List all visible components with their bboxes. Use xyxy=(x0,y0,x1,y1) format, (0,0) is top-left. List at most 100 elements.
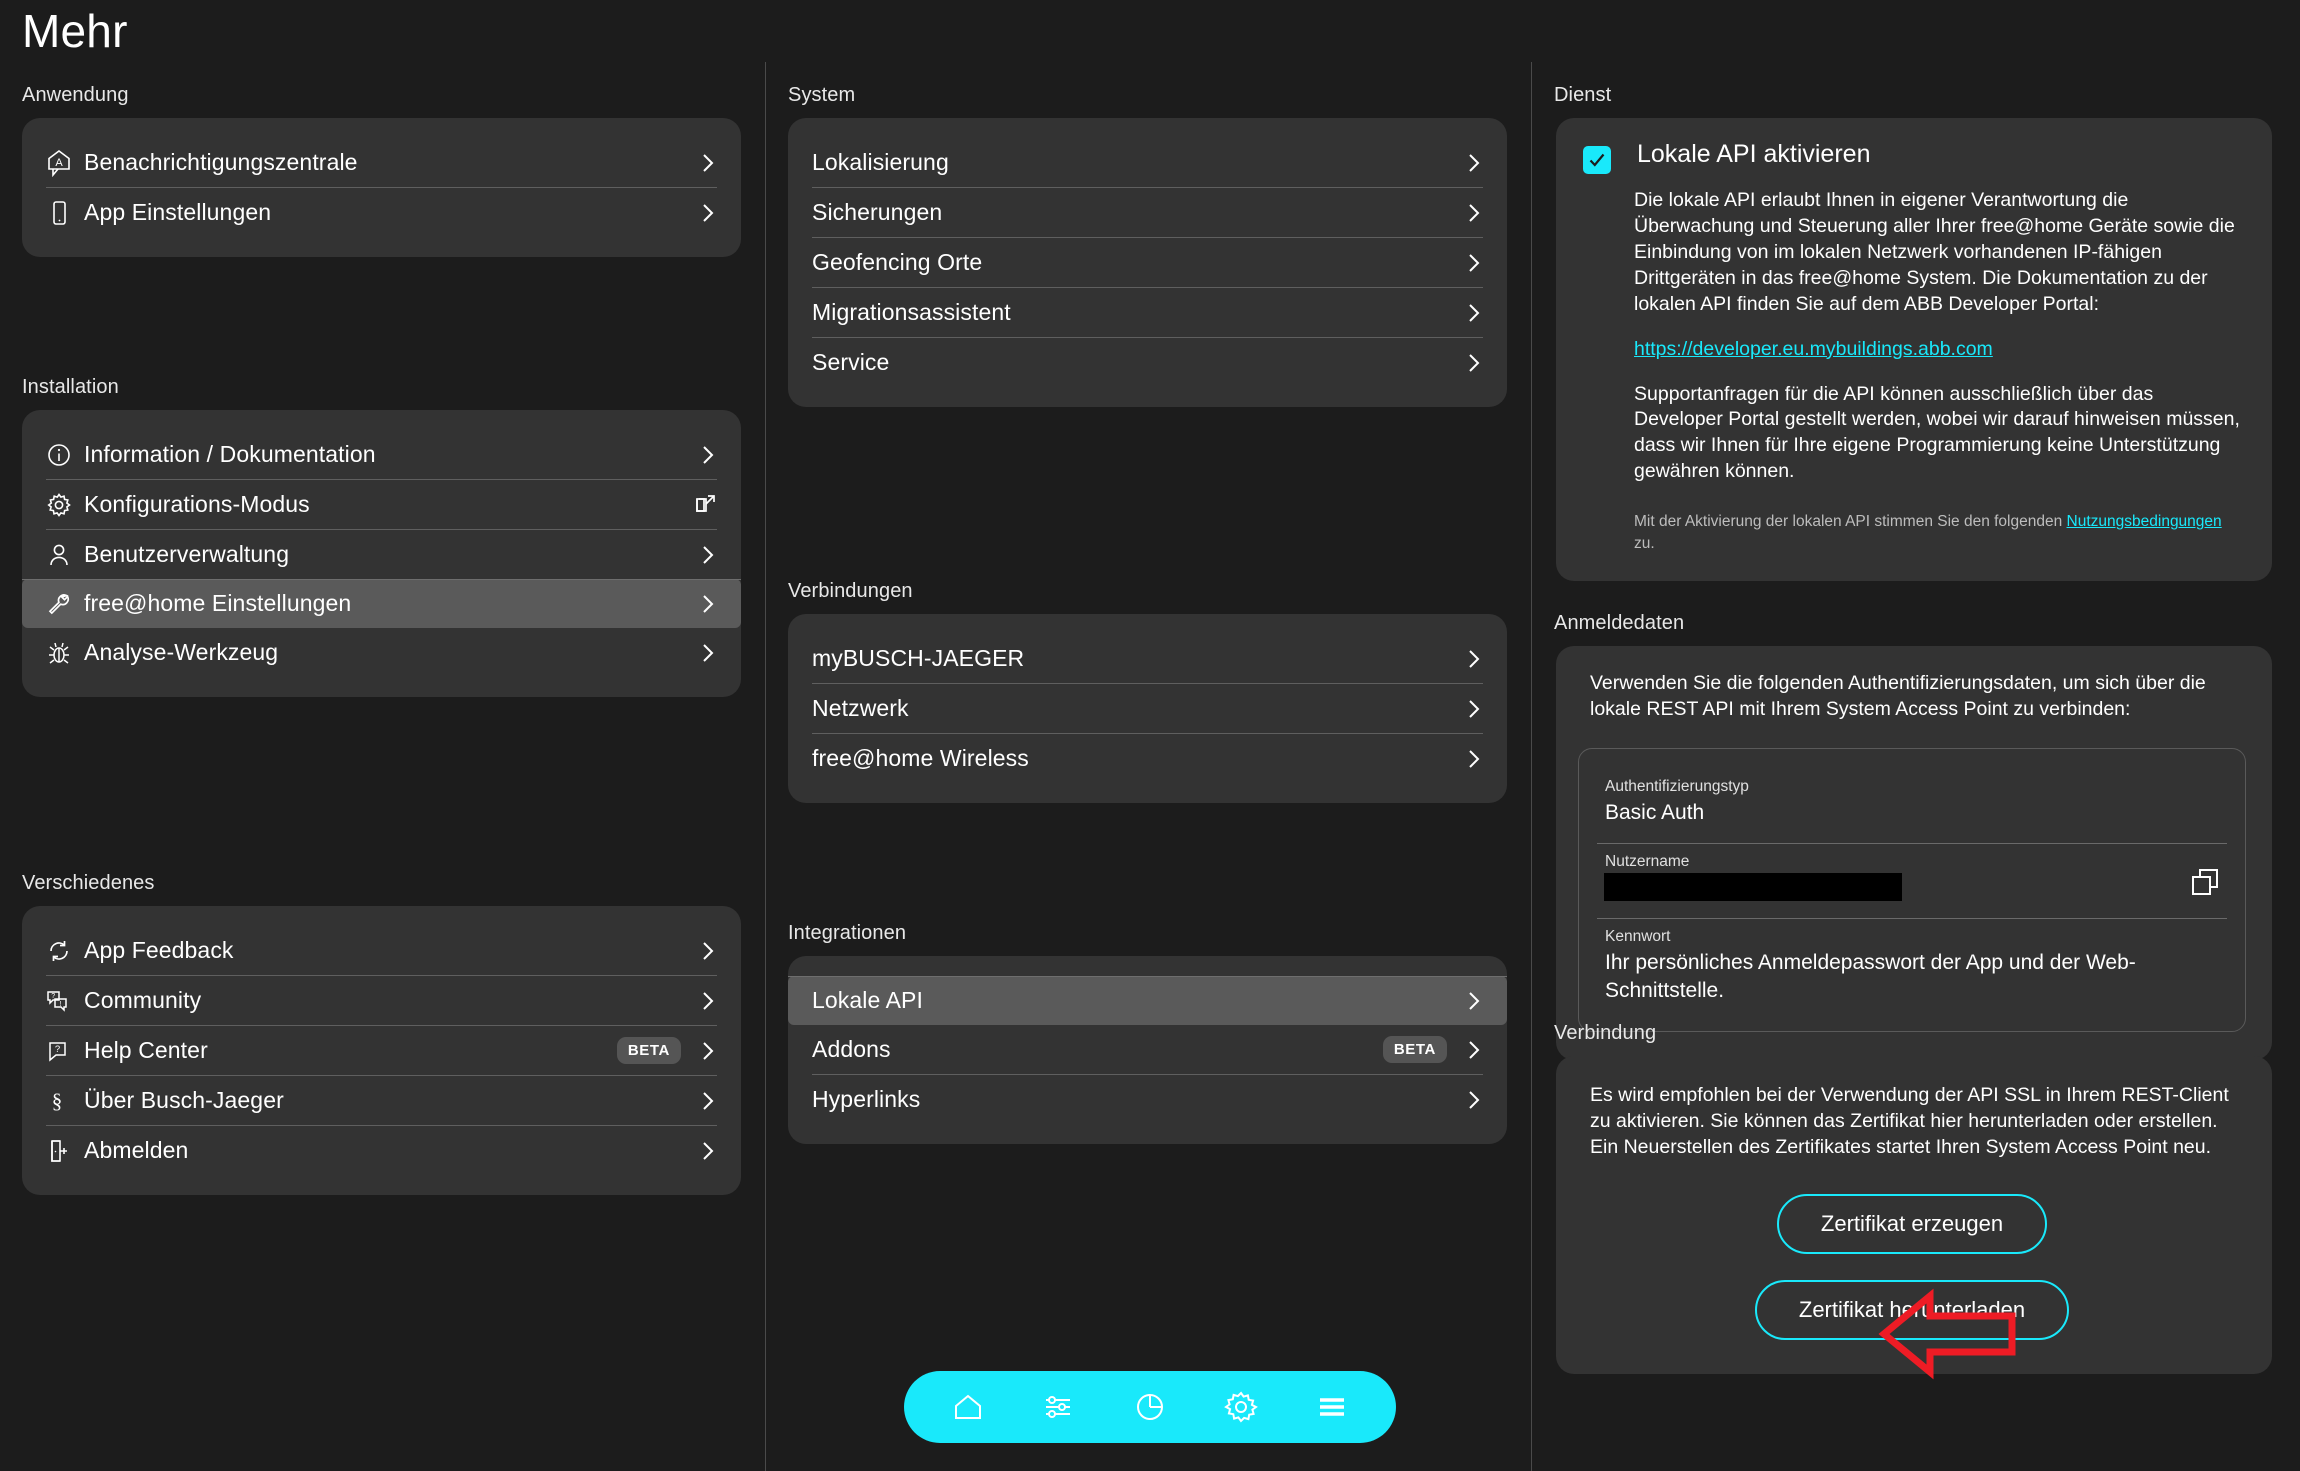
generate-certificate-button[interactable]: Zertifikat erzeugen xyxy=(1777,1194,2047,1254)
row-label: Information / Dokumentation xyxy=(80,441,699,468)
svg-text:!: ! xyxy=(60,1001,62,1008)
row-label: Netzwerk xyxy=(812,695,1465,722)
row-label: Lokale API xyxy=(812,987,1465,1014)
row-lokalisierung[interactable]: Lokalisierung xyxy=(788,138,1507,187)
row-migrationsassistent[interactable]: Migrationsassistent xyxy=(788,288,1507,337)
row-help-center[interactable]: ? Help Center BETA xyxy=(22,1026,741,1075)
local-api-title: Lokale API aktivieren xyxy=(1631,140,1870,169)
sliders-icon[interactable] xyxy=(1028,1388,1090,1426)
chevron-right-icon xyxy=(1465,987,1483,1015)
hamburger-menu-icon[interactable] xyxy=(1301,1388,1363,1426)
section-label-verbindung: Verbindung xyxy=(1532,1022,2300,1045)
row-label: Geofencing Orte xyxy=(812,249,1465,276)
row-label: Konfigurations-Modus xyxy=(80,491,695,518)
row-label: free@home Wireless xyxy=(812,745,1465,772)
chevron-right-icon xyxy=(699,590,717,618)
card-installation: Information / Dokumentation xyxy=(22,410,741,697)
copy-icon[interactable] xyxy=(2189,866,2223,905)
group-system: System Lokalisierung Sicherungen Geofenc… xyxy=(766,84,1531,407)
chevron-right-icon xyxy=(699,149,717,177)
row-freehome-einstellungen[interactable]: free@home Einstellungen xyxy=(22,579,741,628)
redaction-bar xyxy=(1604,873,1902,901)
row-ueber-busch-jaeger[interactable]: § Über Busch-Jaeger xyxy=(22,1076,741,1125)
user-icon xyxy=(46,541,80,569)
row-service[interactable]: Service xyxy=(788,338,1507,387)
community-icon: ? ! xyxy=(46,987,80,1015)
external-link-icon xyxy=(695,491,717,519)
row-benachrichtigungszentrale[interactable]: A Benachrichtigungszentrale xyxy=(22,138,741,187)
row-lokale-api[interactable]: Lokale API xyxy=(788,976,1507,1025)
row-community[interactable]: ? ! Community xyxy=(22,976,741,1025)
field-label: Kennwort xyxy=(1605,927,2219,947)
chevron-right-icon xyxy=(1465,149,1483,177)
row-sicherungen[interactable]: Sicherungen xyxy=(788,188,1507,237)
row-label: Benachrichtigungszentrale xyxy=(80,149,699,176)
local-api-toggle-row[interactable]: Lokale API aktivieren xyxy=(1580,140,2246,174)
row-label: Lokalisierung xyxy=(812,149,1465,176)
status-badge-beta: BETA xyxy=(1383,1036,1447,1063)
row-label: App Feedback xyxy=(80,937,699,964)
gear-icon[interactable] xyxy=(1210,1388,1272,1426)
developer-portal-link-wrap: https://developer.eu.mybuildings.abb.com xyxy=(1634,337,2242,363)
svg-text:§: § xyxy=(52,1089,63,1113)
chevron-right-icon xyxy=(1465,695,1483,723)
terms-of-use-link[interactable]: Nutzungsbedingungen xyxy=(2067,513,2222,530)
row-geofencing-orte[interactable]: Geofencing Orte xyxy=(788,238,1507,287)
field-value: Ihr persönliches Anmeldepasswort der App… xyxy=(1605,949,2219,1004)
home-icon[interactable] xyxy=(937,1388,999,1426)
group-verbindungen: Verbindungen myBUSCH-JAEGER Netzwerk fre… xyxy=(766,580,1531,803)
field-value: Basic Auth xyxy=(1605,799,2219,827)
card-integrationen: Lokale API Addons BETA Hyperlinks xyxy=(788,956,1507,1144)
help-icon: ? xyxy=(46,1037,80,1065)
description-paragraph-2: Supportanfragen für die API können aussc… xyxy=(1634,382,2242,486)
field-label: Nutzername xyxy=(1605,852,2219,872)
row-label: free@home Einstellungen xyxy=(80,590,699,617)
chevron-right-icon xyxy=(699,541,717,569)
row-label: Addons xyxy=(812,1036,1383,1063)
section-label-system: System xyxy=(766,84,1531,107)
wrench-icon xyxy=(46,590,80,618)
chevron-right-icon xyxy=(1465,199,1483,227)
red-left-arrow-annotation xyxy=(1878,1288,2018,1385)
row-information-dokumentation[interactable]: Information / Dokumentation xyxy=(22,430,741,479)
row-hyperlinks[interactable]: Hyperlinks xyxy=(788,1075,1507,1124)
row-label: Sicherungen xyxy=(812,199,1465,226)
row-app-einstellungen[interactable]: App Einstellungen xyxy=(22,188,741,237)
row-freehome-wireless[interactable]: free@home Wireless xyxy=(788,734,1507,783)
row-label: Help Center xyxy=(80,1037,617,1064)
chevron-right-icon xyxy=(699,1087,717,1115)
group-anwendung: Anwendung A Benachrichtigungszentrale xyxy=(0,84,765,257)
chevron-right-icon xyxy=(699,1137,717,1165)
section-label-verbindungen: Verbindungen xyxy=(766,580,1531,603)
row-konfigurations-modus[interactable]: Konfigurations-Modus xyxy=(22,480,741,529)
chevron-right-icon xyxy=(699,639,717,667)
chevron-right-icon xyxy=(699,987,717,1015)
section-label-integrationen: Integrationen xyxy=(766,922,1531,945)
chevron-right-icon xyxy=(1465,1086,1483,1114)
clock-icon[interactable] xyxy=(1119,1388,1181,1426)
chevron-right-icon xyxy=(1465,249,1483,277)
group-integrationen: Integrationen Lokale API Addons BETA Hyp… xyxy=(766,922,1531,1144)
row-app-feedback[interactable]: App Feedback xyxy=(22,926,741,975)
row-mybusch-jaeger[interactable]: myBUSCH-JAEGER xyxy=(788,634,1507,683)
checkbox-local-api[interactable] xyxy=(1583,146,1611,174)
row-abmelden[interactable]: Abmelden xyxy=(22,1126,741,1175)
row-addons[interactable]: Addons BETA xyxy=(788,1025,1507,1074)
chevron-right-icon xyxy=(699,937,717,965)
row-analyse-werkzeug[interactable]: Analyse-Werkzeug xyxy=(22,628,741,677)
group-installation: Installation Information / Dokumentation xyxy=(0,376,765,697)
row-label: Analyse-Werkzeug xyxy=(80,639,699,666)
logout-icon xyxy=(46,1137,80,1165)
row-label: myBUSCH-JAEGER xyxy=(812,645,1465,672)
field-label: Authentifizierungstyp xyxy=(1605,777,2219,797)
chevron-right-icon xyxy=(699,1037,717,1065)
developer-portal-link[interactable]: https://developer.eu.mybuildings.abb.com xyxy=(1634,338,1993,360)
card-verbindungen: myBUSCH-JAEGER Netzwerk free@home Wirele… xyxy=(788,614,1507,803)
row-benutzerverwaltung[interactable]: Benutzerverwaltung xyxy=(22,530,741,579)
more-settings-page: Mehr Anwendung A Benachr xyxy=(0,0,2300,1471)
row-netzwerk[interactable]: Netzwerk xyxy=(788,684,1507,733)
card-anwendung: A Benachrichtigungszentrale xyxy=(22,118,741,257)
chevron-right-icon xyxy=(1465,349,1483,377)
section-label-installation: Installation xyxy=(0,376,765,399)
anmeldedaten-intro: Verwenden Sie die folgenden Authentifizi… xyxy=(1578,670,2246,722)
